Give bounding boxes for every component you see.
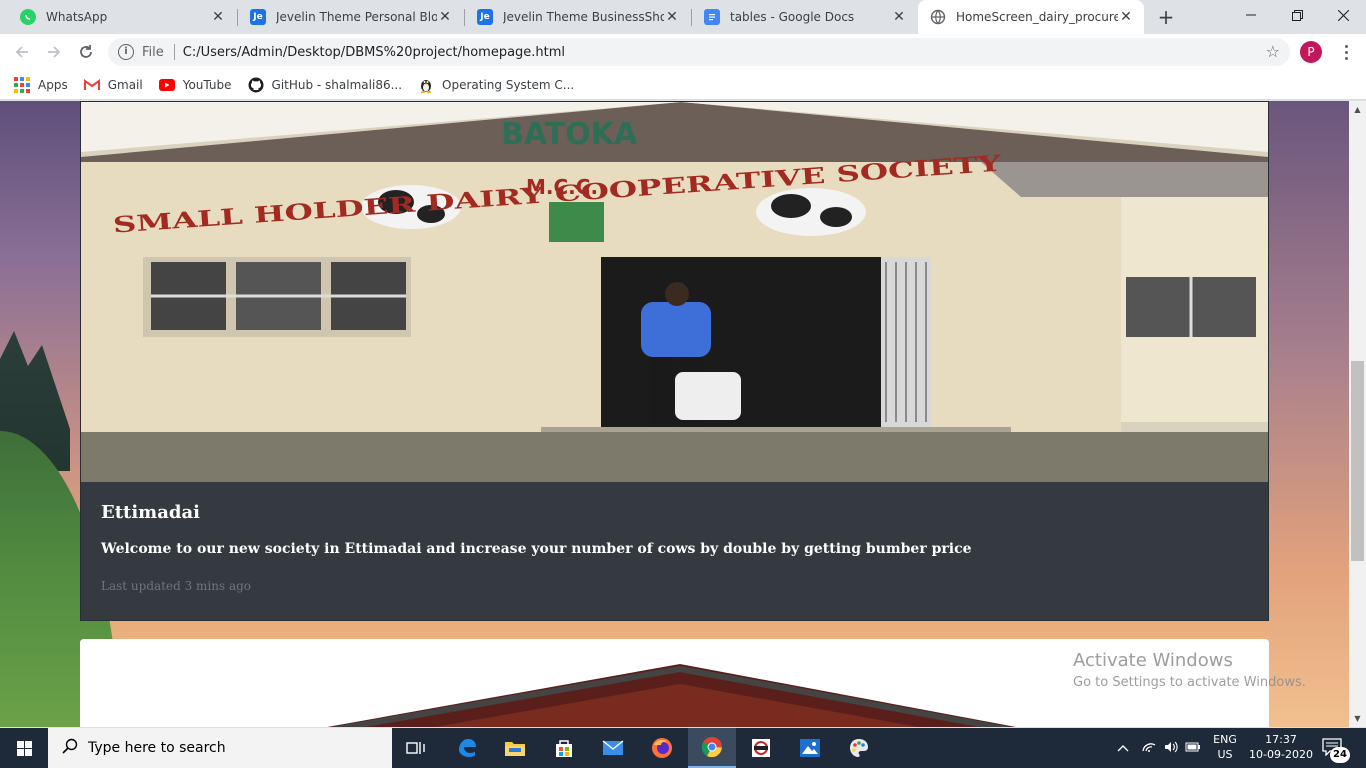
youtube-icon	[158, 77, 175, 93]
tab-title: WhatsApp	[46, 10, 108, 24]
clock-date: 10-09-2020	[1249, 748, 1313, 761]
mail-icon[interactable]	[589, 728, 637, 768]
browser-menu-icon[interactable]	[1338, 40, 1354, 64]
globe-icon	[930, 9, 946, 25]
close-tab-icon[interactable]: ✕	[664, 9, 680, 25]
tab-strip: WhatsApp ✕ Je Jevelin Theme Personal Blo…	[0, 0, 1366, 34]
tab-title: HomeScreen_dairy_procureme	[956, 10, 1118, 24]
tray-chevron-icon[interactable]	[1114, 741, 1132, 755]
search-icon	[62, 738, 78, 758]
tab-google-docs[interactable]: tables - Google Docs ✕	[692, 0, 917, 34]
bookmark-youtube[interactable]: YouTube	[158, 77, 232, 93]
google-docs-icon	[704, 9, 720, 25]
bookmark-apps[interactable]: Apps	[14, 77, 68, 93]
bookmark-label: Operating System C...	[442, 78, 575, 92]
bookmark-label: GitHub - shalmali86...	[271, 78, 403, 92]
scroll-up-icon[interactable]: ▲	[1349, 101, 1366, 118]
card-text: Welcome to our new society in Ettimadai …	[101, 541, 972, 557]
close-tab-icon[interactable]: ✕	[210, 9, 226, 25]
tab-jevelin-personal[interactable]: Je Jevelin Theme Personal Blog D ✕	[238, 0, 463, 34]
profile-avatar[interactable]: P	[1300, 41, 1322, 63]
close-tab-icon[interactable]: ✕	[437, 9, 453, 25]
bookmark-label: Gmail	[107, 78, 143, 92]
bookmark-label: Apps	[38, 78, 68, 92]
page-viewport: BATOKA SMALL HOLDER DAIRY COOPERATIVE SO…	[0, 101, 1349, 727]
activate-windows-watermark: Activate Windows Go to Settings to activ…	[1073, 650, 1306, 690]
edge-icon[interactable]	[443, 728, 491, 768]
restore-button[interactable]	[1274, 0, 1320, 30]
store-icon[interactable]	[540, 728, 588, 768]
omnibox-divider	[173, 44, 175, 60]
card-title: Ettimadai	[101, 502, 200, 523]
photos-icon[interactable]	[786, 728, 834, 768]
windows-taskbar: Type here to search ENG US 17:37 10-09-2…	[0, 728, 1366, 768]
chrome-icon[interactable]	[688, 728, 736, 768]
bookmark-star-icon[interactable]: ☆	[1266, 42, 1280, 61]
forward-button[interactable]	[40, 38, 68, 66]
scroll-down-icon[interactable]: ▼	[1349, 710, 1366, 727]
language-code: ENG	[1213, 733, 1237, 746]
back-button[interactable]	[8, 38, 36, 66]
region-code: US	[1217, 748, 1233, 761]
jevelin-icon: Je	[477, 9, 493, 25]
bookmark-github[interactable]: GitHub - shalmali86...	[248, 77, 403, 93]
clock[interactable]: 17:37 10-09-2020	[1246, 732, 1316, 762]
close-tab-icon[interactable]: ✕	[1118, 9, 1134, 25]
society-card: BATOKA SMALL HOLDER DAIRY COOPERATIVE SO…	[80, 101, 1269, 621]
search-placeholder: Type here to search	[88, 740, 226, 756]
gmail-icon	[83, 77, 100, 93]
tab-title: Jevelin Theme BusinessShop D	[503, 10, 664, 24]
bookmark-operating-system[interactable]: Operating System C...	[418, 77, 574, 93]
site-info-icon[interactable]: i	[118, 44, 134, 60]
clock-time: 17:37	[1265, 733, 1297, 746]
close-tab-icon[interactable]: ✕	[891, 9, 907, 25]
battery-icon[interactable]	[1182, 741, 1204, 755]
jevelin-icon: Je	[250, 9, 266, 25]
scheme-label: File	[142, 44, 164, 60]
paint-icon[interactable]	[835, 728, 883, 768]
url-text[interactable]: C:/Users/Admin/Desktop/DBMS%20project/ho…	[183, 45, 565, 60]
tab-jevelin-business[interactable]: Je Jevelin Theme BusinessShop D ✕	[465, 0, 690, 34]
society-building-photo: BATOKA SMALL HOLDER DAIRY COOPERATIVE SO…	[81, 102, 1268, 482]
apps-grid-icon	[14, 77, 30, 93]
linux-tux-icon	[418, 77, 434, 93]
browser-toolbar: i File C:/Users/Admin/Desktop/DBMS%20pro…	[0, 34, 1366, 71]
github-icon	[248, 77, 264, 93]
last-updated-text: Last updated 3 mins ago	[101, 579, 252, 593]
minimize-button[interactable]	[1228, 0, 1274, 30]
wifi-icon[interactable]	[1138, 741, 1160, 756]
notification-count-badge: 24	[1330, 747, 1350, 763]
activate-subtitle: Go to Settings to activate Windows.	[1073, 675, 1306, 690]
file-explorer-icon[interactable]	[491, 728, 539, 768]
bookmarks-bar: Apps Gmail YouTube GitHub - shalmali86..…	[0, 71, 1366, 100]
tab-title: tables - Google Docs	[730, 10, 855, 24]
card-body: Ettimadai Welcome to our new society in …	[81, 482, 1268, 622]
firefox-icon[interactable]	[638, 728, 686, 768]
tab-homescreen[interactable]: HomeScreen_dairy_procureme ✕	[918, 0, 1144, 34]
building-sign-mcc: M.C.C.	[526, 175, 598, 199]
activate-title: Activate Windows	[1073, 650, 1233, 671]
app-icon[interactable]	[737, 728, 785, 768]
tab-title: Jevelin Theme Personal Blog D	[276, 10, 437, 24]
scrollbar-thumb[interactable]	[1351, 361, 1364, 561]
task-view-icon[interactable]	[392, 728, 440, 768]
system-tray	[1114, 728, 1204, 768]
bookmark-label: YouTube	[182, 78, 232, 92]
page-scrollbar[interactable]: ▲ ▼	[1349, 101, 1366, 727]
whatsapp-icon	[20, 9, 36, 25]
address-bar[interactable]: i File C:/Users/Admin/Desktop/DBMS%20pro…	[108, 38, 1290, 66]
windows-logo-icon	[16, 740, 32, 756]
tab-whatsapp[interactable]: WhatsApp ✕	[8, 0, 236, 34]
background-sky	[1269, 101, 1349, 727]
new-tab-button[interactable]: +	[1155, 6, 1177, 28]
input-language[interactable]: ENG US	[1210, 732, 1240, 762]
building-sign-title: BATOKA	[501, 117, 638, 152]
taskbar-search-box[interactable]: Type here to search	[48, 728, 392, 768]
reload-button[interactable]	[72, 38, 100, 66]
volume-icon[interactable]	[1160, 741, 1182, 756]
start-button[interactable]	[0, 728, 48, 768]
bookmark-gmail[interactable]: Gmail	[83, 77, 143, 93]
close-window-button[interactable]	[1320, 0, 1366, 30]
